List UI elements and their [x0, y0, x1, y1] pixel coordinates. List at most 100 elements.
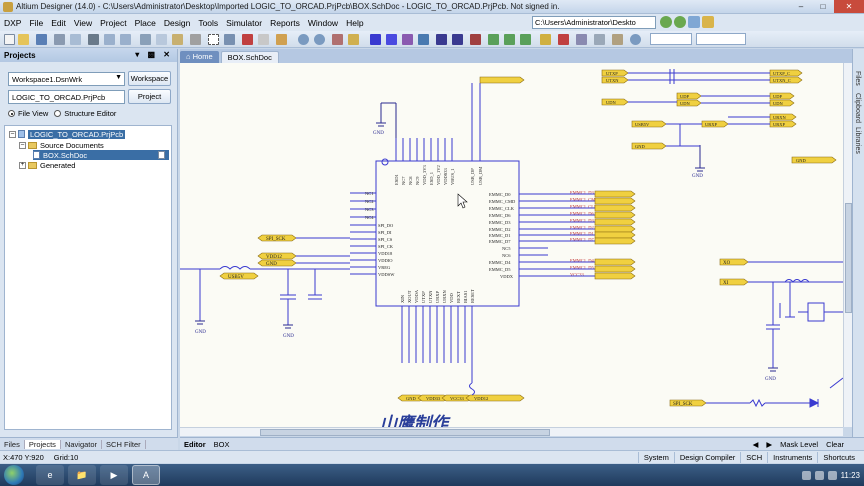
document-path-input[interactable]: C:\Users\Administrator\Deskto — [532, 16, 656, 29]
tree-row-source-documents[interactable]: – Source Documents — [19, 140, 104, 150]
minimize-button[interactable]: – — [790, 0, 812, 13]
menu-place[interactable]: Place — [131, 18, 160, 28]
save-icon[interactable] — [36, 34, 47, 45]
cross-probe-icon[interactable] — [276, 34, 287, 45]
menu-help[interactable]: Help — [342, 18, 367, 28]
text-frame-icon[interactable] — [594, 34, 605, 45]
tree-row-project[interactable]: – LOGIC_TO_ORCAD.PrjPcb — [9, 129, 126, 139]
menu-file[interactable]: File — [25, 18, 47, 28]
deselect-icon[interactable] — [242, 34, 253, 45]
hierarchy-icon[interactable] — [332, 34, 343, 45]
menu-simulator[interactable]: Simulator — [222, 18, 266, 28]
taskbar-folder-icon[interactable]: 📁 — [68, 465, 96, 485]
system-button[interactable]: System — [637, 452, 674, 463]
tree-row-generated[interactable]: + Generated — [19, 160, 75, 170]
file-view-radio[interactable] — [8, 110, 15, 117]
menu-dxp[interactable]: DXP — [0, 18, 25, 28]
paste-icon[interactable] — [172, 34, 183, 45]
taskbar-media-icon[interactable]: ▶ — [100, 465, 128, 485]
menu-reports[interactable]: Reports — [266, 18, 304, 28]
bus-icon[interactable] — [386, 34, 397, 45]
drawing-tools-icon[interactable] — [612, 34, 623, 45]
project-field[interactable]: LOGIC_TO_ORCAD.PrjPcb — [8, 90, 125, 104]
shortcuts-button[interactable]: Shortcuts — [817, 452, 860, 463]
undo-icon[interactable] — [298, 34, 309, 45]
tab-navigator[interactable]: Navigator — [61, 439, 103, 449]
menu-edit[interactable]: Edit — [47, 18, 70, 28]
spi-sck-bottom[interactable]: SPI_SCK — [669, 377, 843, 408]
scroll-right-icon[interactable]: ▶ — [766, 440, 772, 449]
menu-tools[interactable]: Tools — [194, 18, 222, 28]
toolbar-combo-2[interactable] — [696, 33, 746, 45]
libraries-side-tab[interactable]: Libraries — [854, 127, 861, 154]
signal-harness-icon[interactable] — [402, 34, 413, 45]
tray-flag-icon[interactable] — [827, 470, 837, 480]
rubber-stamp-icon[interactable] — [190, 34, 201, 45]
part-icon[interactable] — [470, 34, 481, 45]
zoom-area-icon[interactable] — [120, 34, 131, 45]
clear-button[interactable]: Clear — [826, 440, 844, 449]
toolbar-combo-1[interactable] — [650, 33, 692, 45]
workspace-button[interactable]: Workspace — [128, 71, 171, 86]
tray-volume-icon[interactable] — [814, 470, 824, 480]
project-button[interactable]: Project — [128, 89, 171, 104]
back-icon[interactable] — [660, 16, 672, 28]
left-ports[interactable]: SPI_SCK VDD12 GND USB5V — [219, 234, 297, 280]
taskbar-altium-icon[interactable]: A — [132, 465, 160, 485]
tab-box[interactable]: BOX — [210, 440, 234, 449]
menu-window[interactable]: Window — [304, 18, 342, 28]
cut-icon[interactable] — [140, 34, 151, 45]
collapse-icon[interactable]: – — [19, 141, 26, 149]
tab-home[interactable]: ⌂ Home — [180, 51, 219, 63]
tab-editor[interactable]: Editor — [180, 440, 210, 449]
scroll-left-icon[interactable]: ◀ — [753, 440, 759, 449]
menu-project[interactable]: Project — [96, 18, 130, 28]
tab-sch-filter[interactable]: SCH Filter — [102, 439, 146, 449]
schematic-canvas[interactable]: NC1 NC2 NC3 NC4 SPI_DO SPI_DI SPI_CS SPI… — [180, 63, 843, 427]
vertical-scroll-thumb[interactable] — [845, 203, 852, 313]
structure-editor-radio[interactable] — [54, 110, 62, 117]
workspace-dropdown[interactable]: Workspace1.DsnWrk ▼ — [8, 72, 125, 86]
vertical-scrollbar[interactable] — [843, 63, 852, 427]
clear-filter-icon[interactable] — [258, 34, 269, 45]
copy-icon[interactable] — [156, 34, 167, 45]
sch-button[interactable]: SCH — [740, 452, 767, 463]
no-erc-icon[interactable] — [558, 34, 569, 45]
port-icon[interactable] — [540, 34, 551, 45]
favorite-icon[interactable] — [702, 16, 714, 28]
component-icon[interactable] — [88, 34, 99, 45]
mask-level-button[interactable]: Mask Level — [780, 440, 818, 449]
expand-icon[interactable]: + — [19, 161, 26, 169]
collapse-icon[interactable]: – — [9, 130, 16, 138]
taskbar-ie-icon[interactable]: e — [36, 465, 64, 485]
emmc-ports[interactable] — [594, 190, 636, 280]
horizontal-scroll-thumb[interactable] — [260, 429, 550, 436]
maximize-button[interactable]: □ — [812, 0, 834, 13]
tab-files[interactable]: Files — [0, 439, 25, 449]
redo-icon[interactable] — [314, 34, 325, 45]
tray-network-icon[interactable] — [801, 470, 811, 480]
zoom-icon[interactable] — [70, 34, 81, 45]
tree-row-box-schdoc[interactable]: BOX.SchDoc — [33, 150, 169, 160]
clipboard-side-tab[interactable]: Clipboard — [854, 93, 861, 123]
gnd-port-icon[interactable] — [436, 34, 447, 45]
print-icon[interactable] — [54, 34, 65, 45]
select-area-icon[interactable] — [208, 34, 219, 45]
move-icon[interactable] — [224, 34, 235, 45]
sheet-entry-icon[interactable] — [504, 34, 515, 45]
open-folder-icon[interactable] — [18, 34, 29, 45]
start-button[interactable] — [4, 465, 24, 485]
close-button[interactable]: ✕ — [834, 0, 864, 13]
forward-icon[interactable] — [674, 16, 686, 28]
panel-controls[interactable]: ▾ ▩ ✕ — [135, 50, 173, 59]
design-compiler-button[interactable]: Design Compiler — [673, 452, 740, 463]
help-icon[interactable] — [630, 34, 641, 45]
device-sheet-icon[interactable] — [520, 34, 531, 45]
instruments-button[interactable]: Instruments — [767, 452, 817, 463]
home-nav-icon[interactable] — [688, 16, 700, 28]
new-document-icon[interactable] — [4, 34, 15, 45]
vcc-port-icon[interactable] — [452, 34, 463, 45]
zoom-fit-icon[interactable] — [104, 34, 115, 45]
menu-design[interactable]: Design — [160, 18, 194, 28]
tab-box-schdoc[interactable]: BOX.SchDoc — [220, 51, 279, 63]
